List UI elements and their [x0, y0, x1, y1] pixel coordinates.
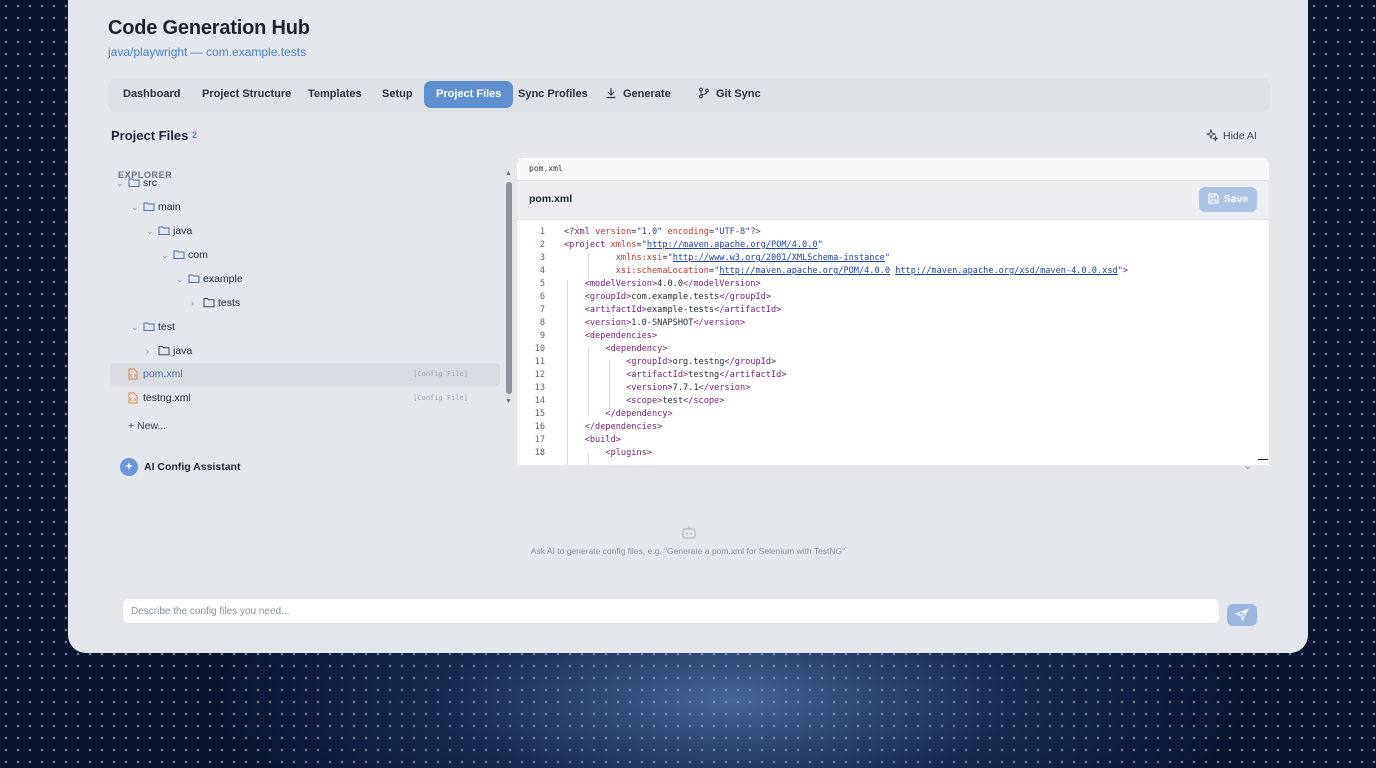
tree-file-pom[interactable]: pom.xml [Config File] — [110, 363, 500, 386]
tree-label: tests — [218, 297, 241, 309]
file-count-badge: 2 — [192, 130, 198, 140]
folder-open-icon — [173, 250, 185, 259]
config-file-tag: [Config File] — [413, 370, 468, 378]
tab-generate-label: Generate — [623, 88, 671, 100]
project-subtitle: java/playwright — com.example.tests — [108, 45, 307, 59]
tree-file-testng[interactable]: testng.xml [Config File] — [110, 387, 500, 409]
git-branch-icon — [699, 87, 709, 99]
scrollbar-thumb[interactable] — [506, 182, 512, 394]
chevron-down-icon: ⌄ — [116, 178, 124, 188]
tree-label: example — [203, 273, 243, 285]
tree-label: java — [173, 225, 193, 237]
tree-label: testng.xml — [143, 392, 191, 404]
chevron-down-icon: ⌄ — [146, 226, 154, 236]
scroll-down-icon[interactable]: ▼ — [505, 398, 512, 405]
save-icon — [1208, 193, 1219, 204]
tree-folder-src[interactable]: ⌄ src — [110, 172, 500, 194]
folder-open-icon — [143, 322, 155, 331]
sparkles-icon — [1205, 128, 1219, 142]
tab-git-sync[interactable]: Git Sync — [686, 81, 773, 108]
ai-assistant-icon — [120, 458, 138, 476]
ai-assistant-header[interactable]: AI Config Assistant ⌄ — [120, 458, 1270, 480]
tab-project-files[interactable]: Project Files — [424, 81, 514, 108]
editor-tab[interactable]: pom.xml — [529, 164, 563, 173]
tab-sync-profiles[interactable]: Sync Profiles — [506, 81, 600, 108]
explorer-scrollbar[interactable]: ▲ ▼ — [504, 170, 514, 408]
ai-prompt-input[interactable] — [122, 598, 1220, 624]
folder-open-icon — [128, 178, 140, 187]
scroll-up-icon[interactable]: ▲ — [505, 170, 512, 177]
tree-label: main — [158, 201, 181, 213]
folder-icon — [158, 346, 170, 356]
tab-templates[interactable]: Templates — [296, 81, 374, 108]
app-title: Code Generation Hub — [108, 17, 310, 39]
tree-label: pom.xml — [143, 368, 183, 380]
folder-open-icon — [188, 274, 200, 283]
chevron-right-icon: › — [191, 298, 194, 308]
send-button[interactable] — [1227, 604, 1257, 626]
tab-dashboard[interactable]: Dashboard — [111, 81, 192, 108]
chevron-right-icon: › — [146, 346, 149, 356]
new-file-button[interactable]: + New... — [128, 420, 166, 432]
file-explorer: EXPLORER ⌄ src ⌄ main ⌄ java ⌄ com ⌄ exa… — [110, 158, 502, 456]
chevron-down-icon: ⌄ — [131, 322, 139, 332]
chevron-down-icon: ⌄ — [176, 274, 184, 284]
ai-assistant-label: AI Config Assistant — [144, 461, 241, 473]
bot-icon — [682, 526, 696, 539]
xml-file-icon — [128, 368, 138, 380]
chevron-down-icon[interactable]: ⌄ — [1244, 461, 1252, 472]
tree-folder-test[interactable]: ⌄ test — [110, 316, 500, 338]
tree-label: src — [143, 177, 157, 189]
editor-file-name: pom.xml — [529, 193, 573, 205]
chevron-down-icon: ⌄ — [161, 250, 169, 260]
tree-label: java — [173, 345, 193, 357]
xml-file-icon — [128, 392, 138, 404]
config-file-tag: [Config File] — [413, 394, 468, 402]
save-button[interactable]: Save — [1199, 187, 1257, 212]
tree-folder-test-java[interactable]: › java — [110, 340, 500, 362]
tree-folder-java[interactable]: ⌄ java — [110, 220, 500, 242]
tree-folder-example[interactable]: ⌄ example — [110, 268, 500, 290]
hide-ai-button[interactable]: Hide AI — [1205, 128, 1257, 142]
folder-open-icon — [158, 226, 170, 235]
save-label: Save — [1223, 193, 1249, 205]
send-icon — [1235, 608, 1249, 622]
tab-git-sync-label: Git Sync — [716, 88, 761, 100]
tree-folder-main[interactable]: ⌄ main — [110, 196, 500, 218]
code-area[interactable]: 1 <?xml version="1.0" encoding="UTF-8"?> … — [517, 219, 1269, 465]
tab-setup[interactable]: Setup — [370, 81, 425, 108]
download-icon — [606, 88, 616, 99]
editor-header: pom.xml Save — [517, 180, 1269, 219]
tree-folder-tests[interactable]: › tests — [110, 292, 500, 314]
tree-folder-com[interactable]: ⌄ com — [110, 244, 500, 266]
folder-open-icon — [143, 202, 155, 211]
ai-empty-hint: Ask AI to generate config files, e.g. "G… — [530, 546, 846, 556]
section-title: Project Files — [111, 128, 189, 143]
chevron-down-icon: ⌄ — [131, 202, 139, 212]
tab-generate[interactable]: Generate — [593, 81, 683, 108]
hide-ai-label: Hide AI — [1223, 130, 1257, 142]
tab-bar: Dashboard Project Structure Templates Se… — [108, 78, 1270, 112]
folder-icon — [203, 298, 215, 308]
tree-label: test — [158, 321, 175, 333]
main-panel: Code Generation Hub java/playwright — co… — [68, 0, 1308, 653]
tab-project-structure[interactable]: Project Structure — [190, 81, 303, 108]
tree-label: com — [188, 249, 208, 261]
code-editor: pom.xml pom.xml Save 1 <?xml version="1.0… — [517, 158, 1269, 465]
